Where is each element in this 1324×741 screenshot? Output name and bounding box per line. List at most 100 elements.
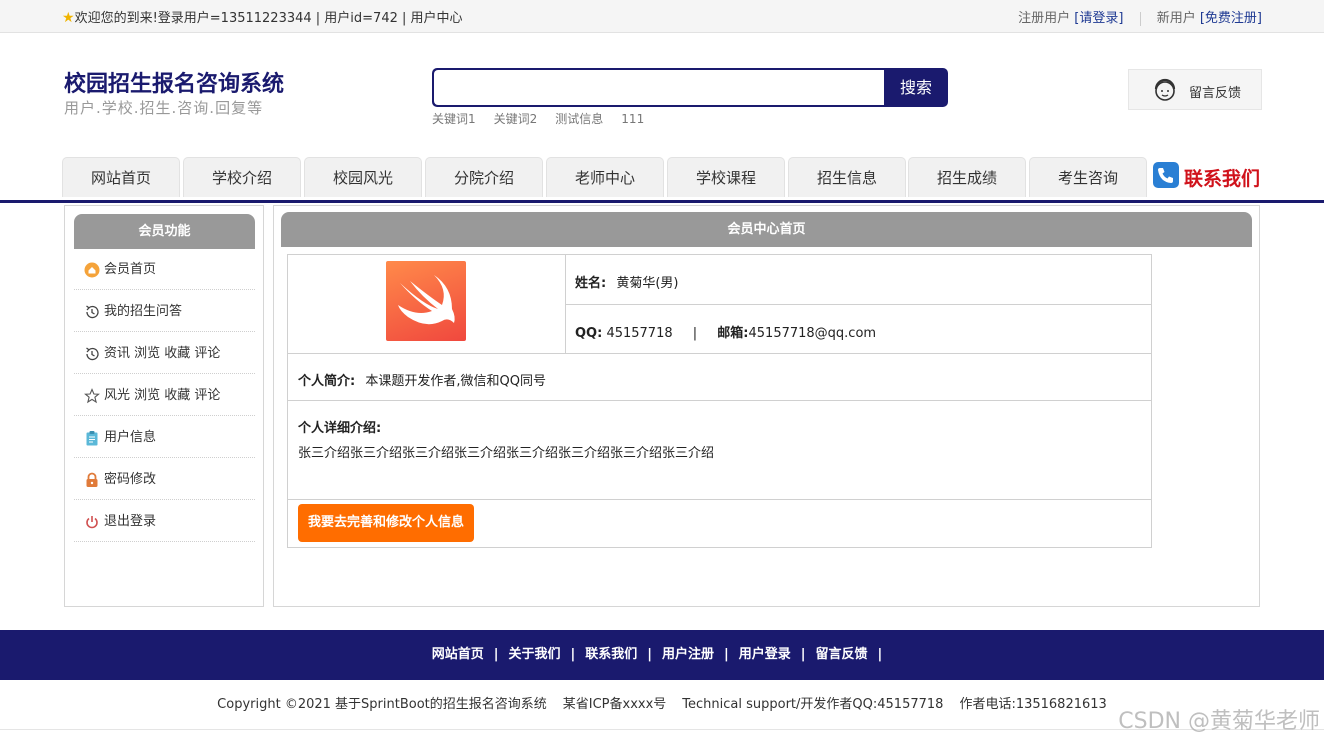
sidebar-title: 会员功能 (74, 214, 255, 249)
copyright-text: Copyright ©2021 基于SprintBoot的招生报名咨询系统 (217, 697, 547, 712)
nav-item-campus-scenery[interactable]: 校园风光 (304, 157, 422, 197)
sidebar-item-member-home[interactable]: 会员首页 (74, 249, 255, 290)
sidebar-item-my-qa[interactable]: 我的招生问答 (74, 291, 255, 332)
footer-link-login[interactable]: 用户登录 (739, 647, 791, 662)
detail-value: 张三介绍张三介绍张三介绍张三介绍张三介绍张三介绍张三介绍张三介绍 (298, 446, 715, 461)
intro-value: 本课题开发作者,微信和QQ同号 (365, 374, 546, 389)
nav-item-admission-info[interactable]: 招生信息 (788, 157, 906, 197)
login-info[interactable]: 登录用户=13511223344 | 用户id=742 | 用户中心 (158, 11, 463, 26)
detail-label-text: 个人详细介绍: (298, 421, 382, 436)
contact-field: QQ: 45157718 | 邮箱:45157718@qq.com (575, 322, 876, 341)
divider: | (800, 647, 806, 662)
phone-icon (1153, 162, 1179, 188)
divider: | (877, 647, 883, 662)
site-title[interactable]: 校园招生报名咨询系统 (64, 66, 284, 98)
edit-profile-button[interactable]: 我要去完善和修改个人信息 (298, 504, 474, 542)
footer-link-feedback[interactable]: 留言反馈 (816, 647, 868, 662)
name-label: 姓名: (575, 276, 607, 291)
clipboard-icon (86, 431, 98, 446)
support-agent-icon (1154, 78, 1176, 101)
nav-item-school-intro[interactable]: 学校介绍 (183, 157, 301, 197)
divider (288, 353, 1151, 354)
nav-item-teacher-center[interactable]: 老师中心 (546, 157, 664, 197)
name-value: 黄菊华(男) (616, 276, 679, 291)
top-bar: ★欢迎您的到来!登录用户=13511223344 | 用户id=742 | 用户… (0, 0, 1324, 33)
star-icon: ★ (62, 10, 75, 26)
history-icon (86, 347, 99, 361)
divider (288, 400, 1151, 401)
feedback-button[interactable]: 留言反馈 (1128, 69, 1262, 110)
divider: | (692, 326, 698, 341)
nav-item-courses[interactable]: 学校课程 (667, 157, 785, 197)
home-icon (84, 262, 100, 278)
support-text: Technical support/开发作者QQ:45157718 (682, 697, 944, 712)
divider: | (724, 647, 729, 662)
detail-label: 个人详细介绍: (298, 417, 381, 436)
sidebar-item-logout[interactable]: 退出登录 (74, 501, 255, 542)
login-link[interactable]: [请登录] (1074, 11, 1123, 26)
swift-logo-icon (398, 275, 455, 325)
main-nav: 网站首页 学校介绍 校园风光 分院介绍 老师中心 学校课程 招生信息 招生成绩 … (0, 157, 1324, 203)
divider (288, 499, 1151, 500)
keyword-link[interactable]: 关键词2 (494, 112, 538, 126)
sidebar-item-label: 会员首页 (104, 262, 157, 277)
footer-nav: 网站首页 | 关于我们 | 联系我们 | 用户注册 | 用户登录 | 留言反馈 | (0, 630, 1324, 680)
qq-value: 45157718 (606, 326, 673, 341)
intro-label: 个人简介: (298, 374, 356, 389)
account-links: 注册用户 [请登录] 新用户 [免费注册] (1018, 7, 1262, 26)
member-sidebar: 会员功能 会员首页 我的招生问答 资讯 浏览 收藏 评论 风光 浏览 收藏 评论… (64, 205, 264, 607)
avatar (386, 261, 466, 341)
footer-link-home[interactable]: 网站首页 (432, 647, 484, 662)
divider: | (647, 647, 652, 662)
divider (565, 304, 1151, 305)
sidebar-item-label: 风光 浏览 收藏 评论 (104, 388, 221, 403)
email-label: 邮箱: (717, 326, 749, 341)
sidebar-item-news-activity[interactable]: 资讯 浏览 收藏 评论 (74, 333, 255, 374)
keyword-link[interactable]: 111 (621, 112, 644, 126)
divider (1139, 11, 1141, 26)
sidebar-item-scenery-activity[interactable]: 风光 浏览 收藏 评论 (74, 375, 255, 416)
feedback-label: 留言反馈 (1189, 86, 1242, 101)
star-icon (84, 388, 100, 404)
sidebar-item-label: 资讯 浏览 收藏 评论 (104, 346, 221, 361)
power-icon (86, 516, 98, 529)
sidebar-item-label: 退出登录 (104, 514, 157, 529)
nav-item-admission-scores[interactable]: 招生成绩 (908, 157, 1026, 197)
welcome-area: ★欢迎您的到来!登录用户=13511223344 | 用户id=742 | 用户… (62, 7, 463, 26)
footer-link-register[interactable]: 用户注册 (662, 647, 714, 662)
contact-us-link[interactable]: 联系我们 (1152, 161, 1260, 193)
profile-table: 姓名: 黄菊华(男) QQ: 45157718 | 邮箱:45157718@qq… (287, 254, 1152, 548)
divider: | (493, 647, 499, 662)
icp-text: 某省ICP备xxxx号 (562, 697, 667, 712)
panel-title: 会员中心首页 (281, 212, 1252, 247)
sidebar-item-label: 我的招生问答 (104, 304, 183, 319)
contact-us-label: 联系我们 (1184, 168, 1261, 190)
search-input[interactable] (434, 70, 884, 105)
register-link[interactable]: [免费注册] (1200, 11, 1262, 26)
sidebar-item-user-info[interactable]: 用户信息 (74, 417, 255, 458)
sidebar-item-label: 用户信息 (104, 430, 157, 445)
footer-link-contact[interactable]: 联系我们 (585, 647, 637, 662)
name-field: 姓名: 黄菊华(男) (575, 272, 679, 291)
watermark: CSDN @黄菊华老师 (1118, 709, 1320, 734)
nav-item-home[interactable]: 网站首页 (62, 157, 180, 197)
member-center-panel: 会员中心首页 姓名: 黄菊华(男) QQ: 45157718 | 邮箱:4515… (273, 205, 1260, 607)
qq-label: QQ: (575, 326, 603, 341)
history-icon (86, 305, 99, 319)
nav-item-consultation[interactable]: 考生咨询 (1029, 157, 1147, 197)
nav-item-branch-intro[interactable]: 分院介绍 (425, 157, 543, 197)
email-value: 45157718@qq.com (748, 326, 877, 341)
hot-keywords: 关键词1 关键词2 测试信息 111 (432, 110, 662, 127)
intro-field: 个人简介: 本课题开发作者,微信和QQ同号 (298, 370, 546, 389)
sidebar-item-change-password[interactable]: 密码修改 (74, 459, 255, 500)
lock-icon (86, 472, 98, 487)
footer-link-about[interactable]: 关于我们 (508, 647, 560, 662)
phone-text: 作者电话:13516821613 (959, 697, 1107, 712)
keyword-link[interactable]: 关键词1 (432, 112, 476, 126)
search-button[interactable]: 搜索 (886, 70, 946, 105)
site-subtitle: 用户.学校.招生.咨询.回复等 (64, 99, 264, 117)
sidebar-item-label: 密码修改 (104, 472, 157, 487)
registered-prefix: 注册用户 (1018, 11, 1071, 26)
keyword-link[interactable]: 测试信息 (555, 112, 603, 126)
welcome-text: 欢迎您的到来! (74, 11, 158, 26)
